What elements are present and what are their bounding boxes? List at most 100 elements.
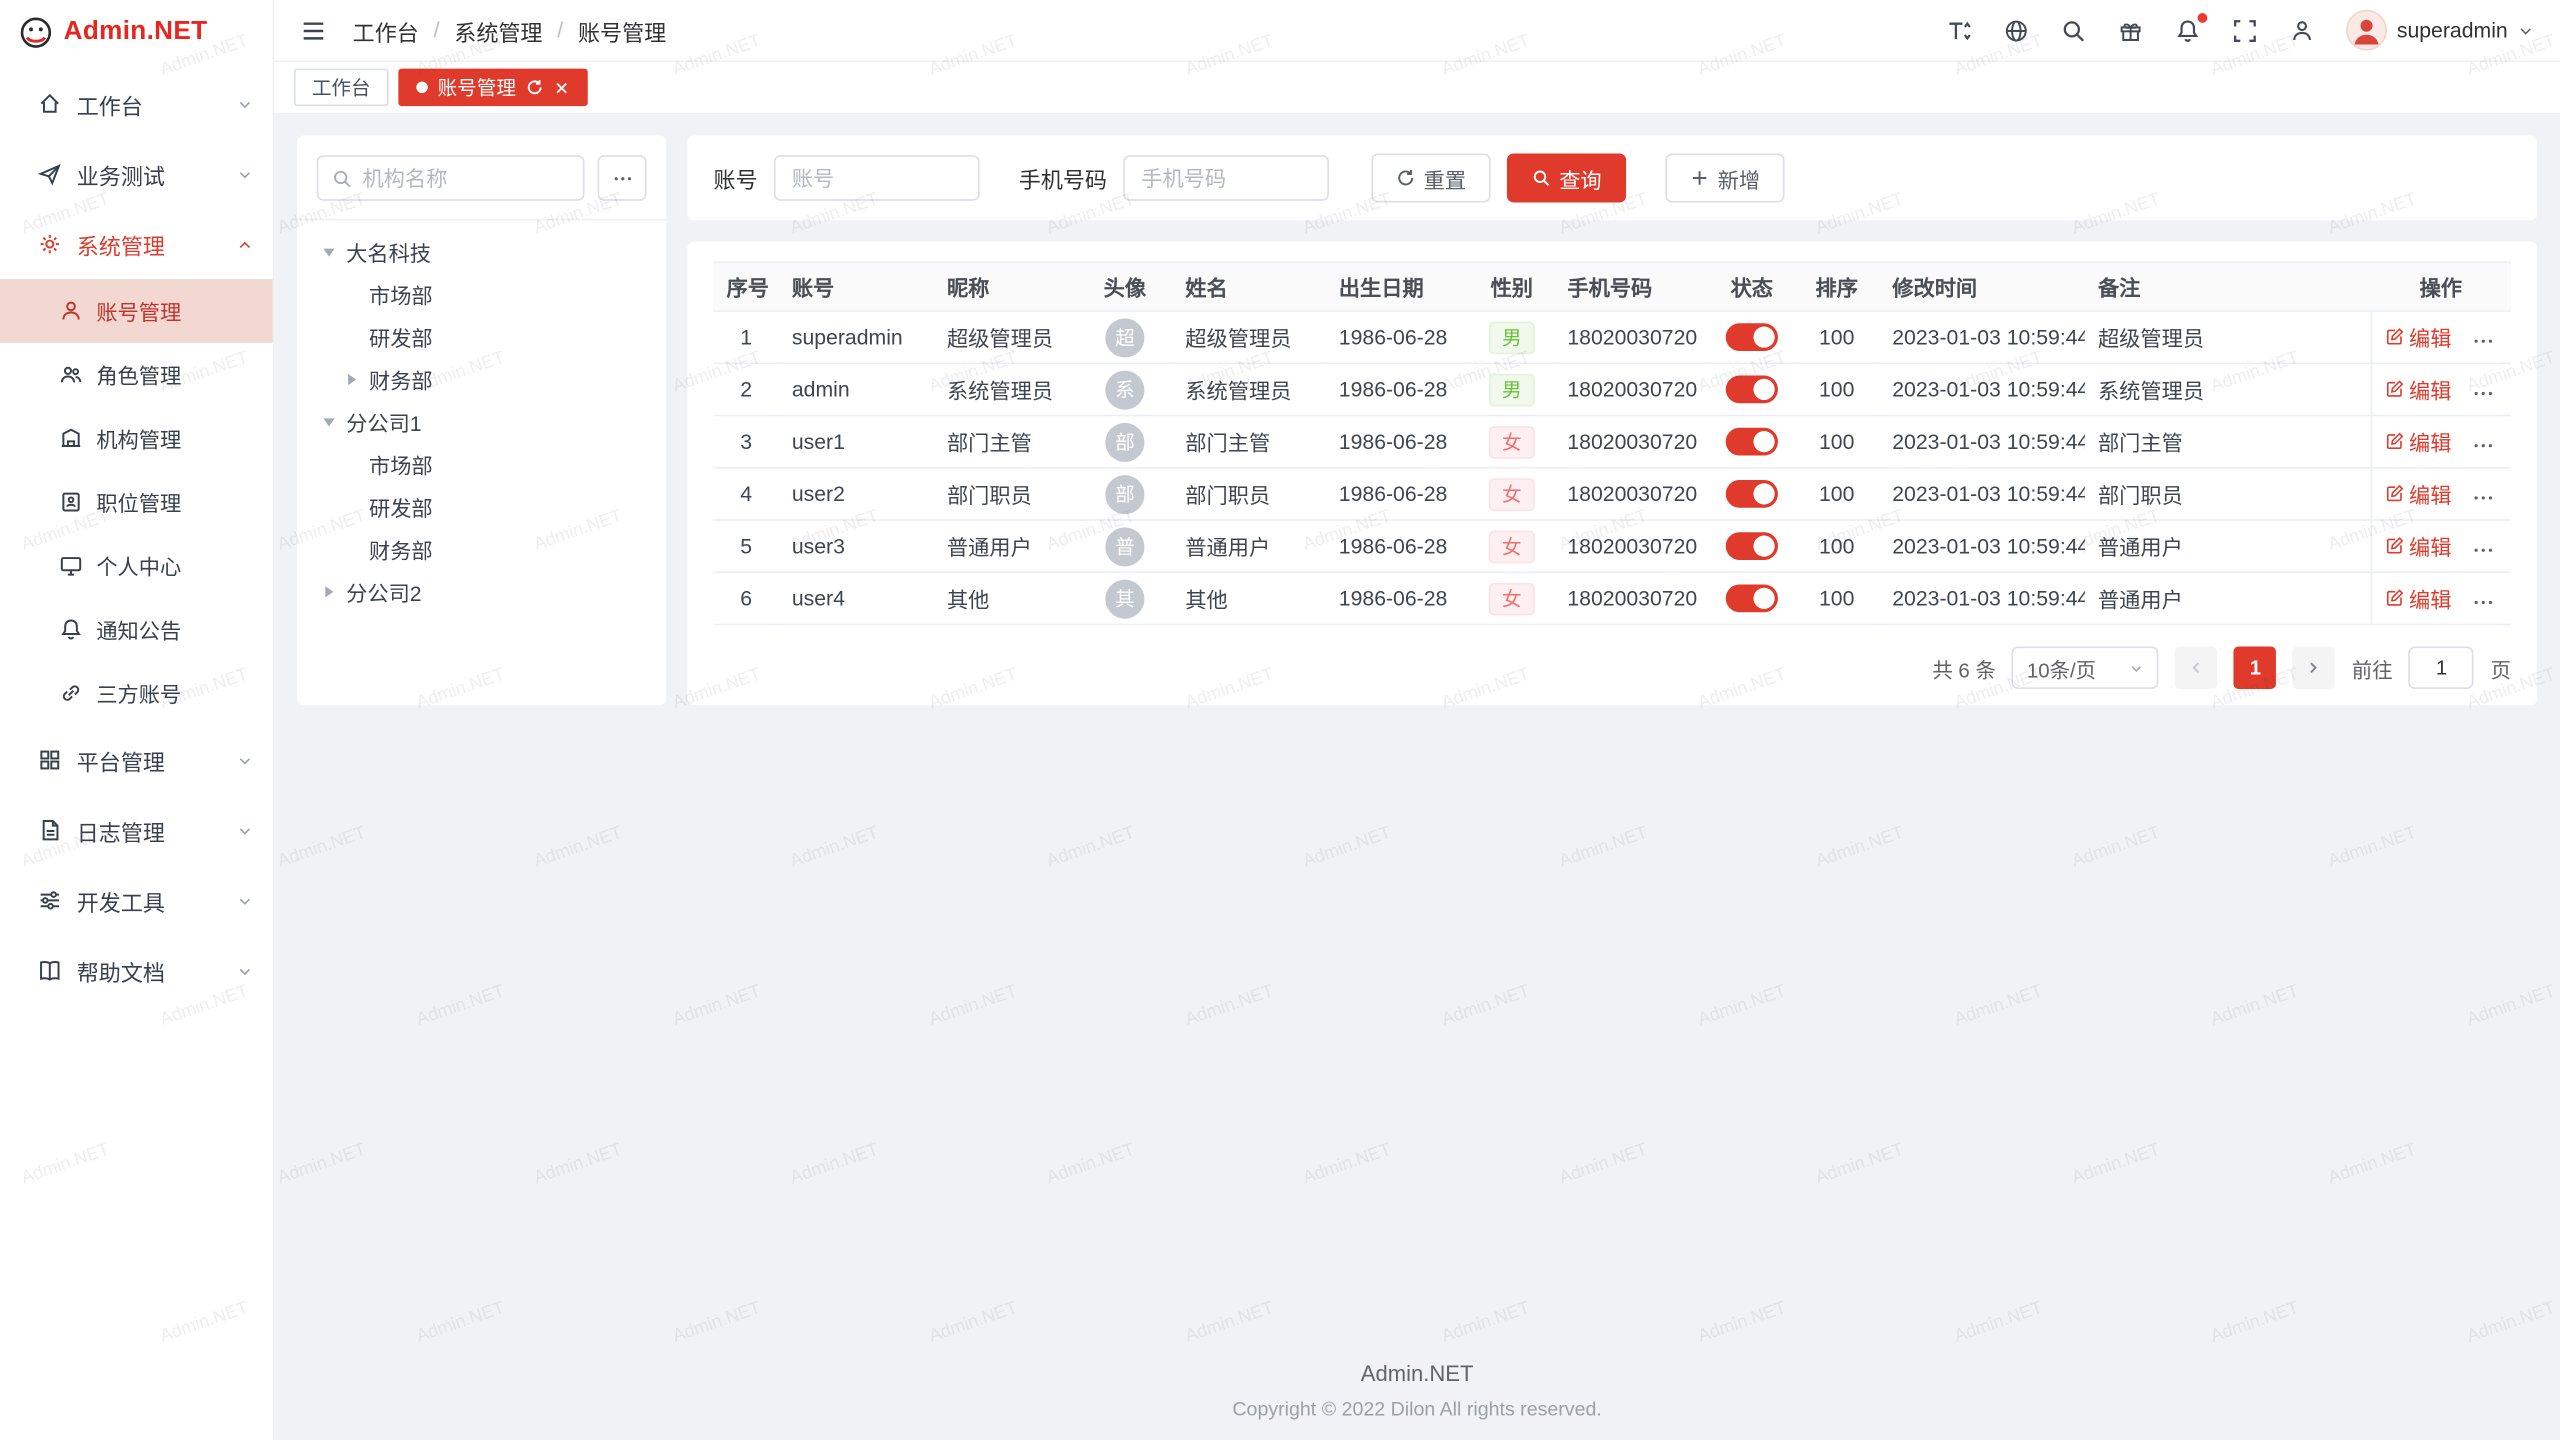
- caret-down-icon[interactable]: [317, 410, 340, 433]
- accounts-table-card: 序号 账号 昵称 头像 姓名 出生日期 性别 手机号码 状态 排序 修改时间: [687, 242, 2537, 706]
- status-toggle[interactable]: [1726, 585, 1778, 613]
- caret-placeholder: [340, 282, 363, 305]
- sidebar-item-third-party-account[interactable]: 三方账号: [0, 661, 273, 725]
- row-more-button[interactable]: [2471, 539, 2494, 562]
- tree-node[interactable]: 分公司1: [317, 400, 647, 442]
- status-toggle[interactable]: [1726, 480, 1778, 508]
- caret-right-icon[interactable]: [317, 580, 340, 603]
- user-menu[interactable]: superadmin: [2346, 10, 2534, 51]
- sidebar-item-notice-announcement[interactable]: 通知公告: [0, 598, 273, 662]
- edit-button[interactable]: 编辑: [2384, 374, 2451, 405]
- add-button[interactable]: 新增: [1665, 153, 1784, 202]
- sidebar-item-help-docs[interactable]: 帮助文档: [0, 936, 273, 1006]
- chevron-down-icon: [237, 752, 253, 768]
- cell-index: 3: [713, 416, 778, 468]
- gender-badge: 女: [1489, 582, 1535, 615]
- edit-button[interactable]: 编辑: [2384, 531, 2451, 562]
- sidebar-item-platform-management[interactable]: 平台管理: [0, 725, 273, 795]
- row-more-button[interactable]: [2471, 382, 2494, 405]
- tree-node[interactable]: 研发部: [317, 485, 647, 527]
- table-header-row: 序号 账号 昵称 头像 姓名 出生日期 性别 手机号码 状态 排序 修改时间: [713, 262, 2511, 311]
- sidebar-item-role-management[interactable]: 角色管理: [0, 343, 273, 407]
- row-more-button[interactable]: [2471, 330, 2494, 353]
- logo-text: Admin.NET: [64, 18, 208, 47]
- lock-screen-icon[interactable]: [2289, 17, 2315, 43]
- tree-node[interactable]: 大名科技: [317, 230, 647, 272]
- tree-node[interactable]: 财务部: [317, 358, 647, 400]
- sidebar-item-position-management[interactable]: 职位管理: [0, 470, 273, 534]
- reset-button[interactable]: 重置: [1371, 153, 1490, 202]
- status-toggle[interactable]: [1726, 532, 1778, 560]
- prev-page-button[interactable]: [2175, 647, 2217, 689]
- col-index: 序号: [713, 262, 778, 311]
- sidebar-item-system-management[interactable]: 系统管理: [0, 209, 273, 279]
- search-icon: [331, 167, 352, 188]
- tree-node[interactable]: 财务部: [317, 527, 647, 569]
- caret-right-icon[interactable]: [340, 367, 363, 390]
- row-more-button[interactable]: [2471, 434, 2494, 457]
- cell-order: 100: [1794, 363, 1879, 415]
- tree-node[interactable]: 市场部: [317, 273, 647, 315]
- cell-phone: 18020030720: [1554, 363, 1709, 415]
- current-page[interactable]: 1: [2234, 647, 2276, 689]
- sidebar-item-label: 账号管理: [96, 296, 181, 327]
- breadcrumb-item[interactable]: 工作台: [353, 14, 419, 47]
- language-globe-icon[interactable]: [2003, 17, 2029, 43]
- status-toggle[interactable]: [1726, 376, 1778, 404]
- tab-account-management[interactable]: 账号管理: [398, 69, 587, 107]
- tree-node[interactable]: 分公司2: [317, 570, 647, 612]
- cell-birth: 1986-06-28: [1326, 311, 1470, 363]
- org-search-input[interactable]: [362, 166, 569, 190]
- page-size-select[interactable]: 10条/页: [2012, 647, 2159, 689]
- hamburger-menu-icon[interactable]: [300, 17, 326, 43]
- footer-copyright: Copyright © 2022 Dilon All rights reserv…: [274, 1398, 2560, 1421]
- tab-workbench[interactable]: 工作台: [294, 69, 389, 107]
- sidebar-item-account-management[interactable]: 账号管理: [0, 279, 273, 343]
- status-toggle[interactable]: [1726, 428, 1778, 456]
- sidebar-item-personal-center[interactable]: 个人中心: [0, 534, 273, 598]
- search-icon[interactable]: [2061, 17, 2087, 43]
- goto-page-input[interactable]: [2409, 647, 2474, 689]
- cell-remark: 超级管理员: [2085, 311, 2371, 363]
- font-size-icon[interactable]: [1946, 17, 1972, 43]
- sidebar-item-business-test[interactable]: 业务测试: [0, 139, 273, 209]
- refresh-icon[interactable]: [526, 78, 544, 96]
- phone-input[interactable]: [1123, 155, 1329, 201]
- row-more-button[interactable]: [2471, 591, 2494, 614]
- gender-badge: 女: [1489, 530, 1535, 563]
- gender-badge: 男: [1489, 373, 1535, 406]
- edit-button[interactable]: 编辑: [2384, 478, 2451, 509]
- sidebar-item-org-management[interactable]: 机构管理: [0, 407, 273, 471]
- account-input[interactable]: [774, 155, 980, 201]
- tree-node[interactable]: 研发部: [317, 315, 647, 357]
- org-search-field[interactable]: [317, 155, 585, 201]
- cell-remark: 系统管理员: [2085, 363, 2371, 415]
- next-page-button[interactable]: [2293, 647, 2335, 689]
- status-toggle[interactable]: [1726, 323, 1778, 351]
- close-icon[interactable]: [554, 79, 570, 95]
- sidebar-item-workbench[interactable]: 工作台: [0, 69, 273, 139]
- sidebar-item-dev-tools[interactable]: 开发工具: [0, 865, 273, 935]
- tab-label: 账号管理: [438, 73, 516, 101]
- notification-bell-icon[interactable]: [2175, 17, 2201, 43]
- caret-down-icon[interactable]: [317, 240, 340, 263]
- footer: Admin.NET Copyright © 2022 Dilon All rig…: [274, 1362, 2560, 1421]
- edit-button[interactable]: 编辑: [2384, 426, 2451, 457]
- cell-index: 2: [713, 363, 778, 415]
- avatar: [2346, 10, 2387, 51]
- sidebar-item-log-management[interactable]: 日志管理: [0, 795, 273, 865]
- tree-node[interactable]: 市场部: [317, 442, 647, 484]
- theme-gift-icon[interactable]: [2118, 17, 2144, 43]
- gear-icon: [38, 232, 62, 256]
- refresh-icon: [1396, 168, 1416, 188]
- search-button[interactable]: 查询: [1507, 153, 1626, 202]
- edit-button[interactable]: 编辑: [2384, 583, 2451, 614]
- row-more-button[interactable]: [2471, 487, 2494, 510]
- org-more-button[interactable]: [598, 155, 647, 201]
- sidebar-item-label: 职位管理: [96, 487, 181, 518]
- logo[interactable]: Admin.NET: [0, 0, 273, 65]
- fullscreen-icon[interactable]: [2232, 17, 2258, 43]
- edit-button[interactable]: 编辑: [2384, 322, 2451, 353]
- breadcrumb-item[interactable]: 系统管理: [454, 14, 542, 47]
- cell-birth: 1986-06-28: [1326, 572, 1470, 624]
